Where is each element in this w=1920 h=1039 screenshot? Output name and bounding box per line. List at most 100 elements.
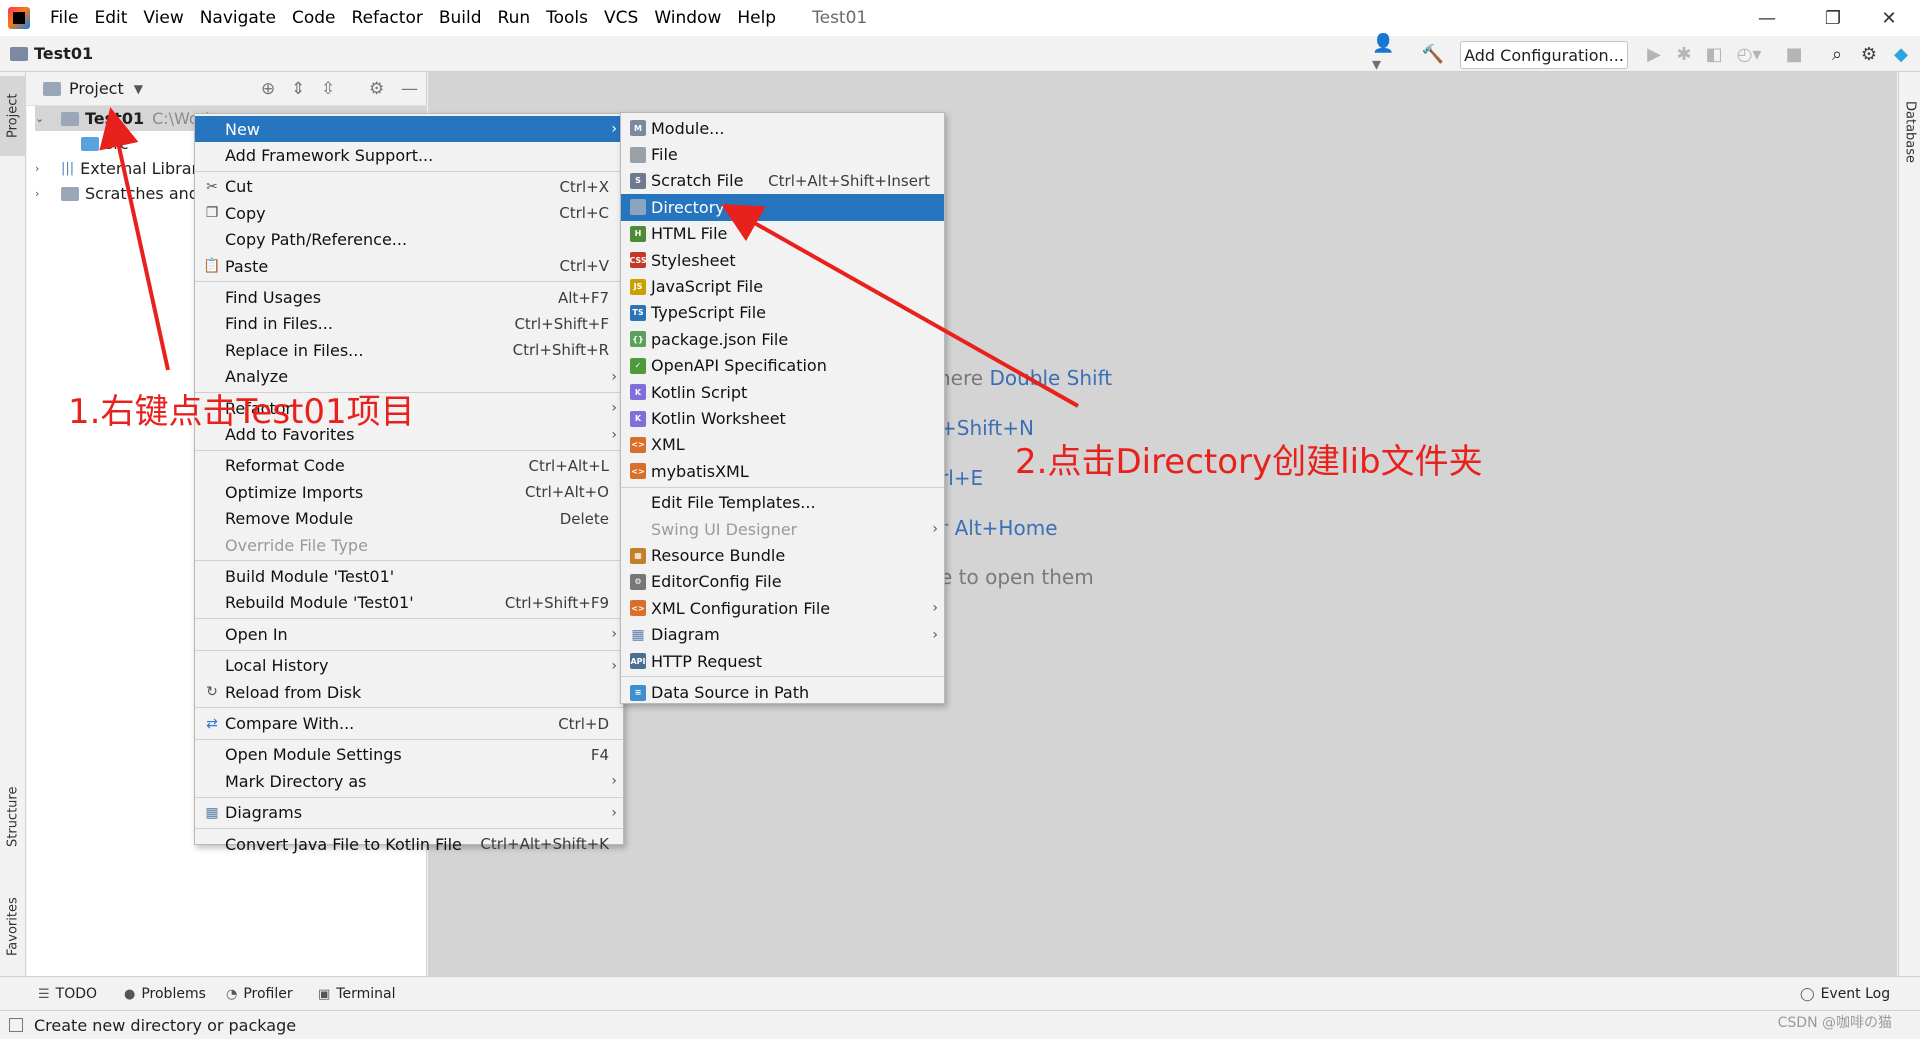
context-menu-reformat-code[interactable]: Reformat Code Ctrl+Alt+L — [195, 453, 623, 479]
tree-item-external-libraries[interactable]: › ||| External Libraries — [35, 156, 221, 181]
new-menu-scratch-file[interactable]: S Scratch File Ctrl+Alt+Shift+Insert — [621, 168, 944, 194]
menu-separator — [195, 707, 623, 709]
context-menu-optimize-imports[interactable]: Optimize Imports Ctrl+Alt+O — [195, 479, 623, 505]
database-tool-tab[interactable]: Database — [1899, 82, 1920, 182]
bottom-tab-todo[interactable]: ☰ TODO — [38, 977, 97, 1011]
add-configuration-button[interactable]: Add Configuration... — [1460, 41, 1628, 69]
breadcrumb-project[interactable]: Test01 — [34, 44, 93, 63]
menu-item-shortcut: Ctrl+X — [559, 177, 609, 196]
user-icon[interactable]: 👤▾ — [1372, 33, 1402, 75]
expand-arrow-icon[interactable]: ⌄ — [35, 112, 49, 125]
new-menu-openapi-specification[interactable]: ✓ OpenAPI Specification — [621, 353, 944, 379]
bottom-tab-problems[interactable]: ● Problems — [124, 977, 206, 1011]
minimize-button[interactable]: — — [1744, 0, 1790, 36]
new-menu-editorconfig-file[interactable]: ⚙ EditorConfig File — [621, 569, 944, 595]
context-menu-find-usages[interactable]: Find Usages Alt+F7 — [195, 284, 623, 310]
bottom-tab-profiler[interactable]: ◔ Profiler — [226, 977, 293, 1011]
menu-vcs[interactable]: VCS — [596, 0, 646, 36]
new-menu-edit-file-templates[interactable]: Edit File Templates... — [621, 490, 944, 516]
settings-gear-icon[interactable]: ⚙ — [1856, 36, 1882, 72]
run-icon[interactable]: ▶ — [1642, 36, 1666, 72]
collapse-arrow-icon[interactable]: › — [35, 187, 49, 200]
new-menu-xml[interactable]: <> XML — [621, 432, 944, 458]
context-menu-open-in[interactable]: Open In › — [195, 621, 623, 647]
menu-navigate[interactable]: Navigate — [192, 0, 284, 36]
new-menu-javascript-file[interactable]: JS JavaScript File — [621, 273, 944, 299]
new-menu-kotlin-worksheet[interactable]: K Kotlin Worksheet — [621, 405, 944, 431]
menu-edit[interactable]: Edit — [86, 0, 135, 36]
new-menu-diagram[interactable]: ▦ Diagram › — [621, 622, 944, 648]
context-menu-compare-with[interactable]: ⇄ Compare With... Ctrl+D — [195, 710, 623, 736]
restore-button[interactable]: ❐ — [1810, 0, 1856, 36]
menu-refactor[interactable]: Refactor — [344, 0, 431, 36]
new-menu-directory[interactable]: Directory — [621, 194, 944, 221]
new-menu-mybatisxml[interactable]: <> mybatisXML — [621, 458, 944, 484]
context-menu-diagrams[interactable]: ▦ Diagrams › — [195, 800, 623, 826]
favorites-tool-tab[interactable]: Favorites — [0, 882, 26, 972]
new-menu-xml-configuration-file[interactable]: <> XML Configuration File › — [621, 595, 944, 621]
coverage-icon[interactable]: ◧ — [1702, 36, 1726, 72]
context-menu-add-framework-support[interactable]: Add Framework Support... — [195, 142, 623, 168]
context-menu-copy-path-reference[interactable]: Copy Path/Reference... — [195, 227, 623, 253]
hide-panel-icon[interactable]: — — [401, 72, 418, 106]
status-square-icon[interactable] — [9, 1018, 23, 1032]
context-menu-local-history[interactable]: Local History › — [195, 653, 623, 679]
plugin-logo-icon[interactable]: ◆ — [1888, 36, 1914, 72]
context-menu-find-in-files[interactable]: Find in Files... Ctrl+Shift+F — [195, 311, 623, 337]
structure-tool-tab[interactable]: Structure — [0, 772, 26, 862]
context-menu-rebuild-module-test01[interactable]: Rebuild Module 'Test01' Ctrl+Shift+F9 — [195, 590, 623, 616]
event-log-button[interactable]: ◯ Event Log — [1800, 977, 1890, 1011]
tree-item-src[interactable]: src — [81, 131, 128, 156]
collapse-all-icon[interactable]: ⇳ — [321, 72, 335, 106]
menu-window[interactable]: Window — [646, 0, 729, 36]
collapse-arrow-icon[interactable]: › — [35, 162, 49, 175]
context-menu-reload-from-disk[interactable]: ↻ Reload from Disk — [195, 679, 623, 705]
new-menu-resource-bundle[interactable]: ▦ Resource Bundle — [621, 542, 944, 568]
debug-icon[interactable]: ✱ — [1672, 36, 1696, 72]
new-menu-file[interactable]: File — [621, 141, 944, 167]
event-log-icon: ◯ — [1800, 986, 1815, 1002]
menu-item-label: Rebuild Module 'Test01' — [225, 593, 414, 613]
menu-item-label: TypeScript File — [651, 303, 767, 323]
menu-help[interactable]: Help — [729, 0, 784, 36]
context-menu-cut[interactable]: ✂ Cut Ctrl+X — [195, 174, 623, 200]
expand-all-icon[interactable]: ⇕ — [291, 72, 305, 106]
build-hammer-icon[interactable]: 🔨 — [1420, 36, 1446, 72]
new-menu-typescript-file[interactable]: TS TypeScript File — [621, 300, 944, 326]
project-view-title[interactable]: Project — [69, 79, 124, 98]
menu-run[interactable]: Run — [490, 0, 539, 36]
intellij-logo-icon — [8, 7, 30, 29]
new-menu-module[interactable]: M Module... — [621, 115, 944, 141]
context-menu-remove-module[interactable]: Remove Module Delete — [195, 506, 623, 532]
context-menu-copy[interactable]: ❐ Copy Ctrl+C — [195, 200, 623, 226]
context-menu-convert-java-file-to-kotlin-file[interactable]: Convert Java File to Kotlin File Ctrl+Alt… — [195, 831, 623, 857]
menu-separator — [195, 796, 623, 798]
menu-file[interactable]: File — [42, 0, 86, 36]
menu-code[interactable]: Code — [284, 0, 344, 36]
locate-target-icon[interactable]: ⊕ — [261, 72, 275, 106]
menu-item-label: Replace in Files... — [225, 340, 364, 360]
context-menu-replace-in-files[interactable]: Replace in Files... Ctrl+Shift+R — [195, 337, 623, 363]
menu-build[interactable]: Build — [431, 0, 490, 36]
new-menu-stylesheet[interactable]: CSS Stylesheet — [621, 247, 944, 273]
bottom-tab-terminal[interactable]: ▣ Terminal — [318, 977, 395, 1011]
search-icon[interactable]: ⌕ — [1824, 36, 1850, 72]
new-menu-data-source-in-path[interactable]: ≡ Data Source in Path — [621, 679, 944, 705]
context-menu-open-module-settings[interactable]: Open Module Settings F4 — [195, 742, 623, 768]
close-button[interactable]: ✕ — [1866, 0, 1912, 36]
new-menu-http-request[interactable]: API HTTP Request — [621, 648, 944, 674]
context-menu-paste[interactable]: 📋 Paste Ctrl+V — [195, 253, 623, 279]
context-menu-build-module-test01[interactable]: Build Module 'Test01' — [195, 563, 623, 589]
new-menu-package-json-file[interactable]: {} package.json File — [621, 326, 944, 352]
chevron-down-icon[interactable]: ▼ — [134, 82, 143, 96]
project-tool-tab[interactable]: Project — [0, 76, 26, 156]
panel-settings-gear-icon[interactable]: ⚙ — [369, 72, 384, 106]
menu-view[interactable]: View — [135, 0, 191, 36]
menu-tools[interactable]: Tools — [538, 0, 596, 36]
new-menu-kotlin-script[interactable]: K Kotlin Script — [621, 379, 944, 405]
context-menu-mark-directory-as[interactable]: Mark Directory as › — [195, 768, 623, 794]
stop-icon[interactable]: ■ — [1782, 36, 1806, 72]
new-menu-html-file[interactable]: H HTML File — [621, 221, 944, 247]
profile-icon[interactable]: ◴▾ — [1732, 36, 1766, 72]
context-menu-new[interactable]: New › — [195, 116, 623, 143]
